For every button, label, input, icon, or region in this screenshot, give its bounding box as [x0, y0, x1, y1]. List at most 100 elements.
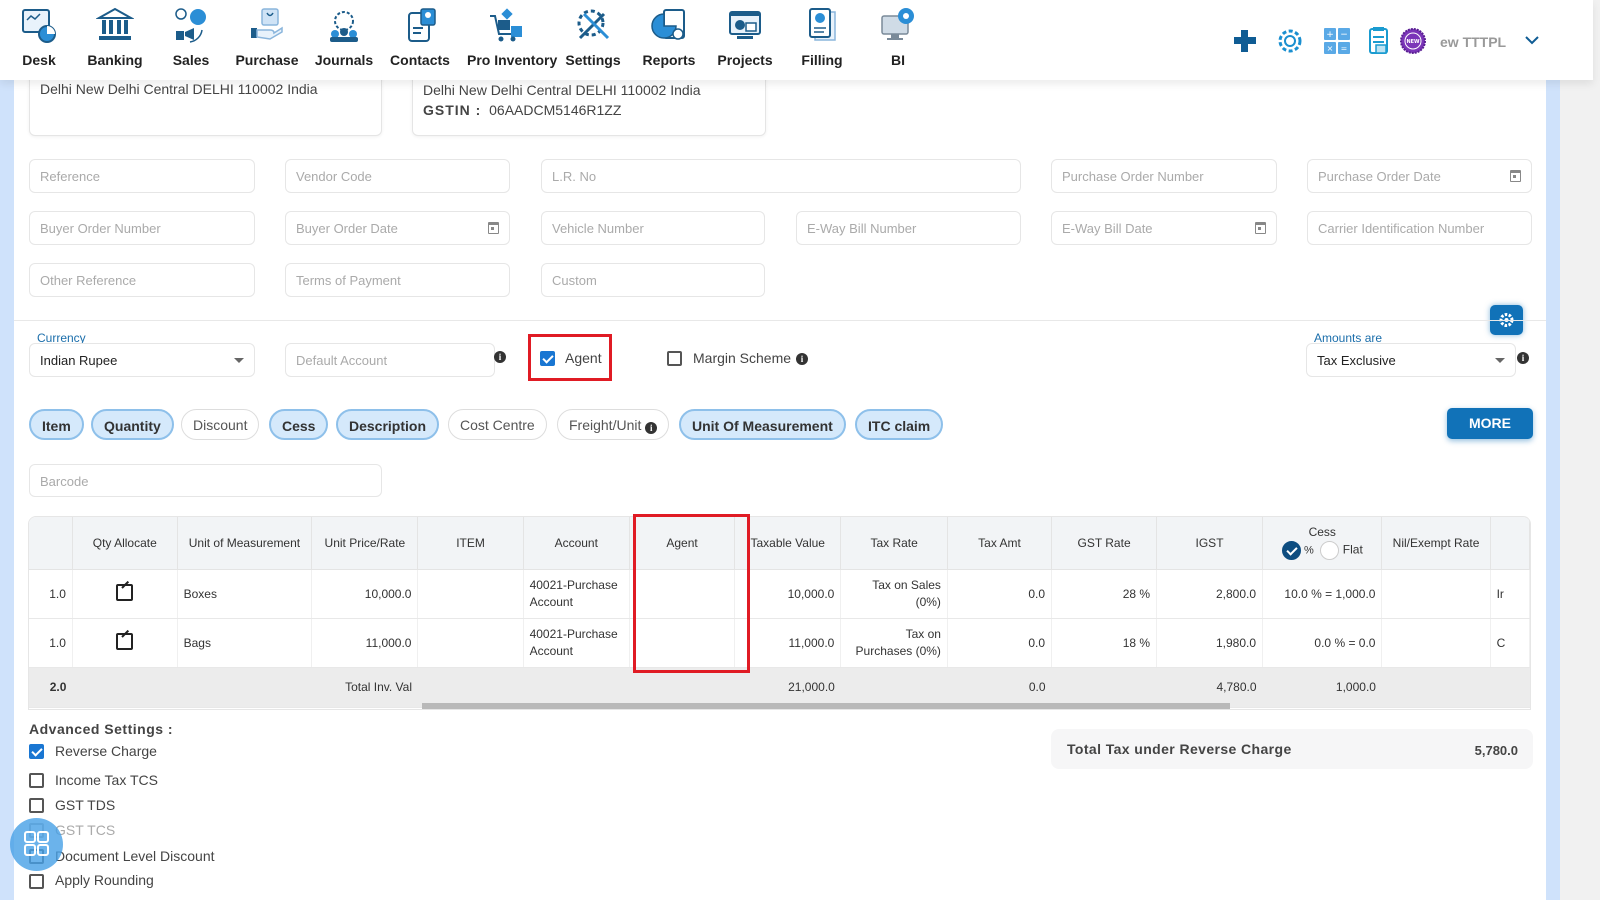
chip-item[interactable]: Item [29, 409, 84, 440]
qty-cell[interactable]: 1.0 [29, 618, 73, 668]
col-header-uom: Unit of Measurement [177, 517, 313, 570]
col-header-tax-rate: Tax Rate [840, 517, 948, 570]
projects-icon [729, 11, 761, 39]
eway-bill-date-placeholder: E-Way Bill Date [1062, 221, 1153, 236]
vertical-scrollbar[interactable] [1560, 0, 1600, 900]
reference-input[interactable]: Reference [29, 159, 255, 193]
new-badge-icon[interactable]: NEW [1398, 26, 1428, 56]
chip-label: Freight/Unit [569, 417, 642, 433]
chip-unit-of-measurement[interactable]: Unit Of Measurement [679, 409, 846, 440]
gst-tds-checkbox[interactable] [29, 798, 44, 813]
nil-exempt-cell[interactable] [1381, 569, 1491, 619]
custom-input[interactable]: Custom [541, 263, 765, 297]
eway-bill-number-input[interactable]: E-Way Bill Number [796, 211, 1021, 245]
margin-scheme-checkbox[interactable] [667, 351, 682, 366]
chip-itc-claim[interactable]: ITC claim [855, 409, 944, 440]
nav-reports[interactable]: Reports [630, 6, 708, 68]
reverse-charge-checkbox[interactable] [29, 744, 44, 759]
item-cell[interactable] [417, 569, 524, 619]
chevron-down-icon[interactable] [1522, 30, 1542, 50]
rate-cell[interactable]: 10,000.0 [311, 569, 419, 619]
filling-icon [809, 8, 836, 41]
buyer-order-date-placeholder: Buyer Order Date [296, 221, 398, 236]
po-date-input[interactable]: Purchase Order Date [1307, 159, 1532, 193]
income-tax-tcs-checkbox[interactable] [29, 773, 44, 788]
chip-description[interactable]: Description [336, 409, 440, 440]
gear-icon[interactable] [1275, 26, 1305, 56]
empty-cell [629, 667, 735, 708]
terms-of-payment-input[interactable]: Terms of Payment [285, 263, 510, 297]
chip-quantity[interactable]: Quantity [91, 409, 174, 440]
currency-select[interactable]: Indian Rupee [29, 343, 255, 377]
table-horizontal-scrollbar[interactable] [422, 703, 1230, 709]
desk-icon [22, 9, 56, 43]
cess-percent-radio[interactable] [1281, 541, 1301, 561]
nav-filling[interactable]: Filling [783, 6, 861, 68]
calculator-icon[interactable]: + −× = [1322, 26, 1352, 56]
nav-journals[interactable]: Journals [305, 6, 383, 68]
other-reference-input[interactable]: Other Reference [29, 263, 255, 297]
cess-flat-radio[interactable] [1320, 541, 1340, 561]
external-link-icon[interactable] [116, 632, 134, 650]
info-icon[interactable]: i [796, 353, 808, 365]
nav-projects[interactable]: Projects [706, 6, 784, 68]
apply-rounding-checkbox[interactable] [29, 874, 44, 889]
po-date-placeholder: Purchase Order Date [1318, 169, 1441, 184]
carrier-id-input[interactable]: Carrier Identification Number [1307, 211, 1532, 245]
po-number-input[interactable]: Purchase Order Number [1051, 159, 1277, 193]
amounts-are-select[interactable]: Tax Exclusive [1306, 343, 1516, 377]
rate-cell[interactable]: 11,000.0 [311, 618, 419, 668]
nav-sales[interactable]: Sales [152, 6, 230, 68]
empty-cell [72, 667, 178, 708]
empty-cell [840, 667, 948, 708]
clipboard-icon[interactable] [1364, 26, 1394, 56]
default-account-input[interactable]: Default Account [285, 343, 495, 377]
calendar-icon[interactable] [488, 222, 499, 234]
calendar-icon[interactable] [1255, 222, 1266, 234]
more-button[interactable]: MORE [1447, 408, 1533, 439]
account-cell[interactable]: 40021-Purchase Account [523, 569, 630, 619]
cess-header-label: Cess [1308, 525, 1336, 540]
nav-pro-inventory[interactable]: Pro Inventory [467, 6, 557, 68]
reverse-charge-label: Reverse Charge [55, 743, 157, 759]
user-name[interactable]: ew TTTPL [1440, 34, 1506, 50]
nav-purchase[interactable]: Purchase [228, 6, 306, 68]
margin-scheme-label: Margin Scheme [693, 350, 792, 366]
svg-text:−: − [1340, 30, 1348, 40]
vendor-code-input[interactable]: Vendor Code [285, 159, 510, 193]
tax-rate-cell[interactable]: Tax on Sales (0%) [840, 569, 948, 619]
account-cell[interactable]: 40021-Purchase Account [523, 618, 630, 668]
chip-cost-centre[interactable]: Cost Centre [448, 409, 547, 440]
nav-desk[interactable]: Desk [0, 6, 78, 68]
nil-exempt-cell[interactable] [1381, 618, 1491, 668]
vehicle-number-input[interactable]: Vehicle Number [541, 211, 765, 245]
item-cell[interactable] [417, 618, 524, 668]
tax-rate-cell[interactable]: Tax on Purchases (0%) [840, 618, 948, 668]
nav-settings[interactable]: Settings [554, 6, 632, 68]
barcode-input[interactable]: Barcode [29, 464, 382, 497]
buyer-order-date-input[interactable]: Buyer Order Date [285, 211, 510, 245]
info-icon[interactable]: i [1517, 352, 1529, 364]
cess-cell[interactable]: 0.0 % = 0.0 [1262, 618, 1383, 668]
apps-floating-button[interactable] [10, 818, 63, 871]
nav-label: Desk [22, 52, 56, 68]
calendar-icon[interactable] [1510, 170, 1521, 182]
settings-tools-icon [577, 9, 610, 40]
buyer-order-number-input[interactable]: Buyer Order Number [29, 211, 255, 245]
cess-cell[interactable]: 10.0 % = 1,000.0 [1262, 569, 1383, 619]
info-icon[interactable]: i [494, 351, 506, 363]
chip-cess[interactable]: Cess [269, 409, 329, 440]
nav-banking[interactable]: Banking [76, 6, 154, 68]
uom-cell[interactable]: Boxes [177, 569, 313, 619]
qty-cell[interactable]: 1.0 [29, 569, 73, 619]
eway-bill-date-input[interactable]: E-Way Bill Date [1051, 211, 1277, 245]
uom-cell[interactable]: Bags [177, 618, 313, 668]
nav-contacts[interactable]: Contacts [381, 6, 459, 68]
plus-icon[interactable] [1230, 26, 1260, 56]
chip-discount[interactable]: Discount [181, 409, 260, 440]
lr-no-input[interactable]: L.R. No [541, 159, 1021, 193]
agent-checkbox[interactable] [540, 351, 555, 366]
nav-bi[interactable]: BI [859, 6, 937, 68]
chip-freight-unit[interactable]: Freight/Unit i [557, 409, 670, 440]
external-link-icon[interactable] [116, 583, 134, 601]
